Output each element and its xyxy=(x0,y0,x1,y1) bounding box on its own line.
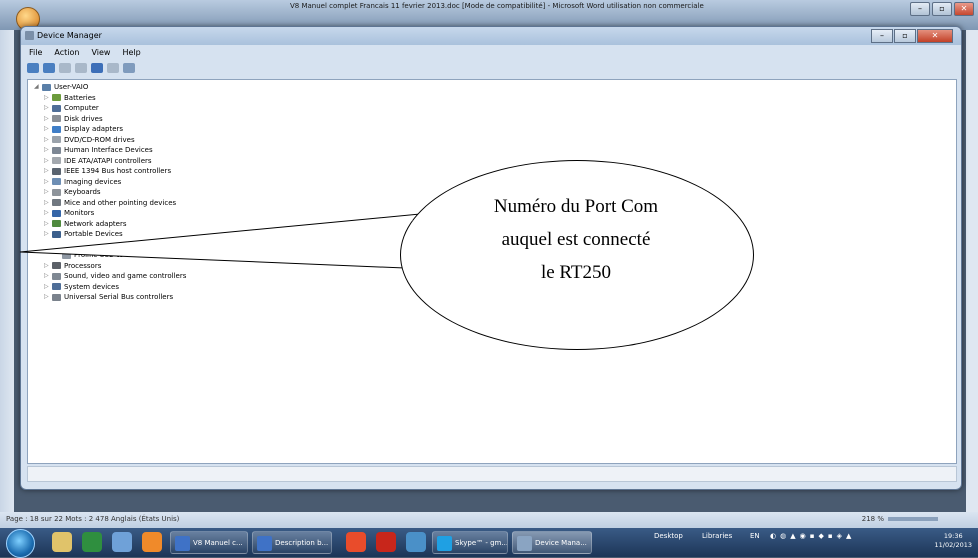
excel-icon[interactable] xyxy=(82,532,102,552)
word-status-bar: Page : 18 sur 22 Mots : 2 478 Anglais (É… xyxy=(0,512,978,528)
taskbar-description-button[interactable]: Description b... xyxy=(252,531,332,554)
start-button[interactable] xyxy=(6,529,35,558)
chrome-icon[interactable] xyxy=(346,532,366,552)
callout-line-1: Numéro du Port Com xyxy=(493,196,659,217)
word-status-text: Page : 18 sur 22 Mots : 2 478 Anglais (É… xyxy=(6,515,180,523)
taskbar-label: V8 Manuel c... xyxy=(193,539,243,547)
taskbar-label: Skype™ - gm... xyxy=(455,539,508,547)
word-icon xyxy=(257,536,272,551)
taskbar-label: Description b... xyxy=(275,539,329,547)
taskbar-label: Device Mana... xyxy=(535,539,587,547)
app-icon[interactable] xyxy=(406,532,426,552)
language-indicator[interactable]: EN xyxy=(750,532,760,540)
word-icon xyxy=(175,536,190,551)
zoom-control[interactable]: 218 % xyxy=(862,515,938,523)
callout-line-2: auquel est connecté xyxy=(501,229,651,250)
clock-time: 19:36 xyxy=(943,532,963,540)
zoom-slider[interactable] xyxy=(888,517,938,521)
firefox-icon[interactable] xyxy=(142,532,162,552)
clock[interactable]: 19:36 11/02/2013 xyxy=(935,532,972,550)
skype-icon xyxy=(437,536,452,551)
desktop-toolbar[interactable]: Desktop xyxy=(654,532,683,540)
libraries-toolbar[interactable]: Libraries xyxy=(702,532,732,540)
taskbar-skype-button[interactable]: Skype™ - gm... xyxy=(432,531,508,554)
callout-text: Numéro du Port Com auquel est connecté l… xyxy=(400,190,752,289)
notepad-icon[interactable] xyxy=(112,532,132,552)
device-manager-icon xyxy=(517,536,532,551)
zoom-level: 218 % xyxy=(861,515,884,523)
taskbar: V8 Manuel c... Description b... Skype™ -… xyxy=(0,528,978,558)
taskbar-device-manager-button[interactable]: Device Mana... xyxy=(512,531,592,554)
callout-line-3: le RT250 xyxy=(540,262,612,283)
taskbar-word-button[interactable]: V8 Manuel c... xyxy=(170,531,248,554)
acrobat-icon[interactable] xyxy=(376,532,396,552)
tray-icons[interactable]: ◐◍▲◉▪◆▪◈▲ xyxy=(770,532,855,540)
clock-date: 11/02/2013 xyxy=(934,541,972,549)
explorer-icon[interactable] xyxy=(52,532,72,552)
